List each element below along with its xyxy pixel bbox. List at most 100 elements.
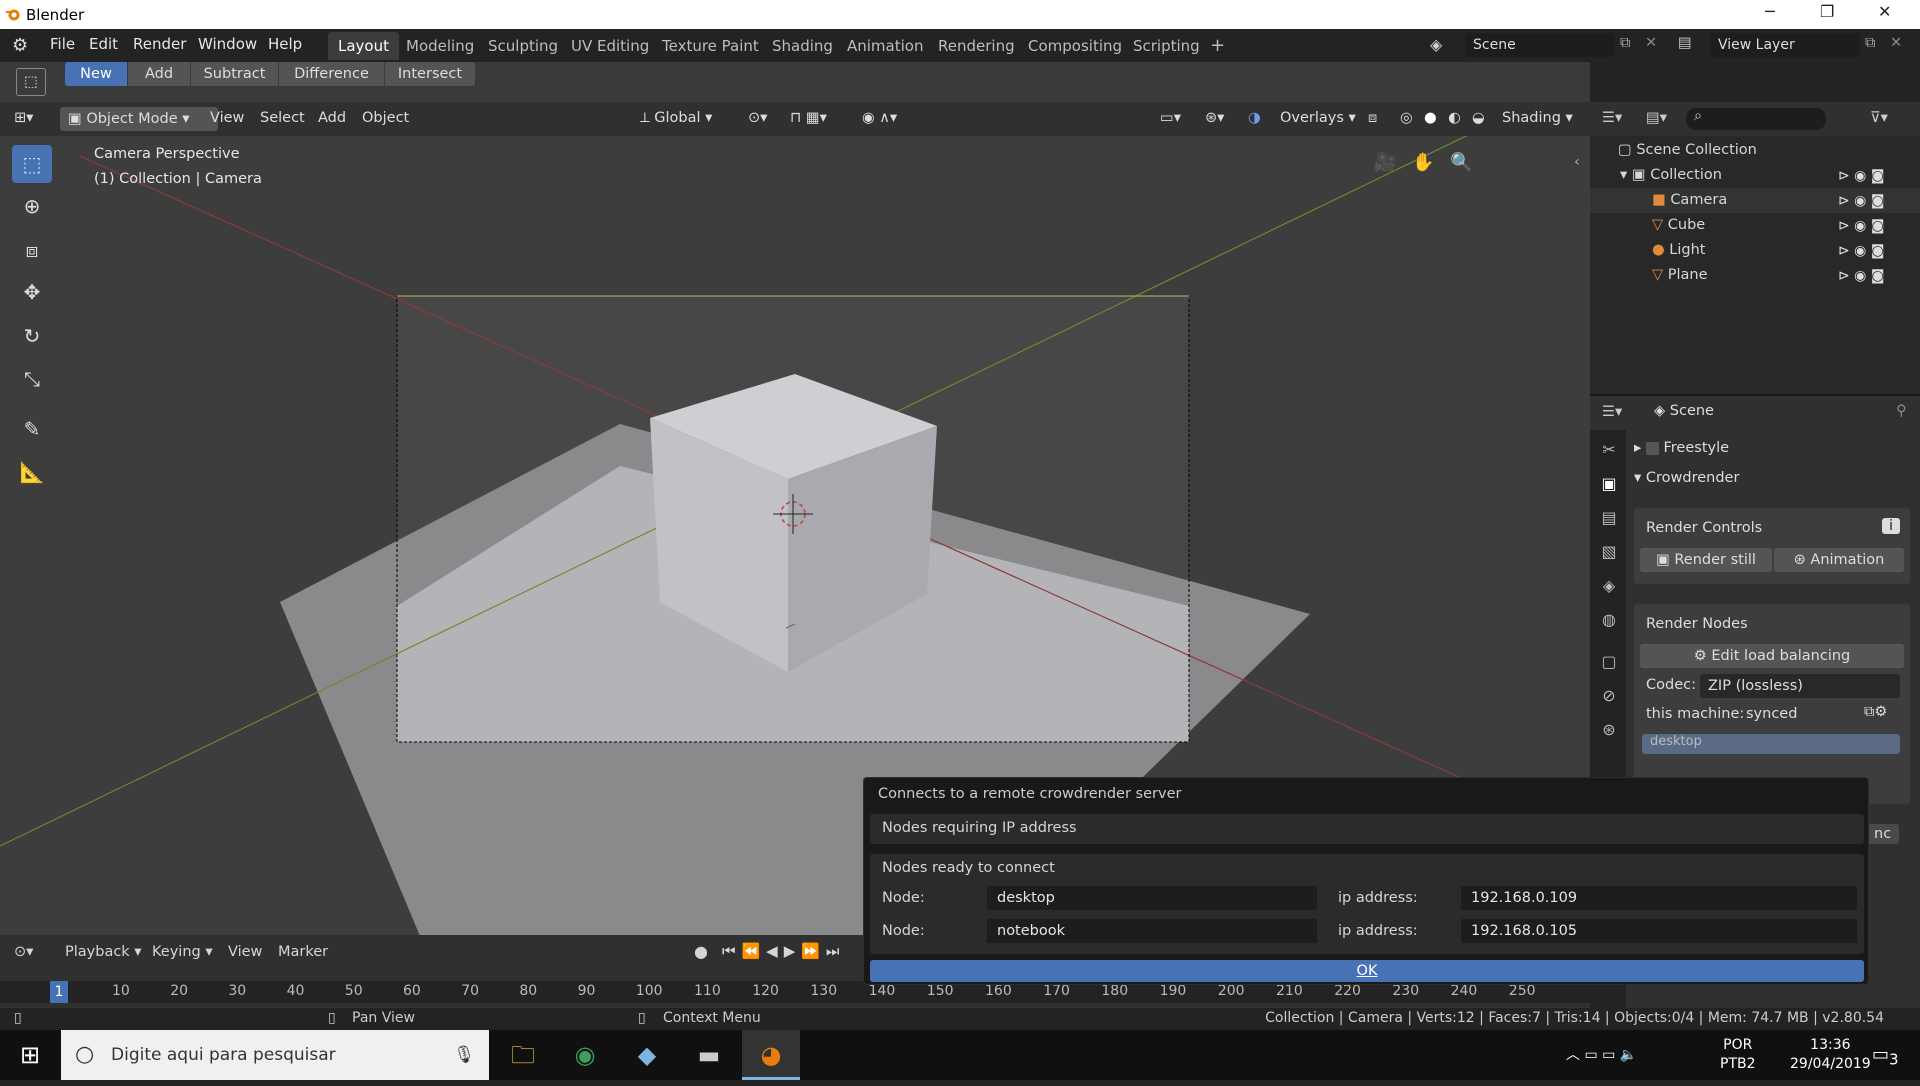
playback-menu[interactable]: Playback ▾ xyxy=(65,944,142,960)
visibility-icons[interactable]: ⊳ ◉ ◙ ⊳ ◉ ◙ ⊳ ◉ ◙ ⊳ ◉ ◙ ⊳ ◉ ◙ xyxy=(1838,164,1884,289)
scale-tool-icon[interactable]: ⤡ xyxy=(12,360,52,398)
menu-help[interactable]: Help xyxy=(268,35,302,53)
menu-object[interactable]: Object xyxy=(362,110,409,126)
wireframe-shading-icon[interactable]: ◎ xyxy=(1400,110,1413,126)
tab-scripting[interactable]: Scripting xyxy=(1123,32,1210,60)
node-name-field-1[interactable]: desktop xyxy=(986,885,1318,911)
tab-rendering[interactable]: Rendering xyxy=(928,32,1025,60)
taskbar-search-input[interactable]: ○ Digite aqui para pesquisar 🎙 xyxy=(61,1030,489,1080)
shading-dropdown[interactable]: Shading ▾ xyxy=(1502,110,1573,126)
menu-edit[interactable]: Edit xyxy=(89,35,118,53)
tab-compositing[interactable]: Compositing xyxy=(1018,32,1132,60)
timeline-view-menu[interactable]: View xyxy=(228,944,262,960)
overlays-icon[interactable]: ◑ xyxy=(1248,110,1261,126)
delete-scene-icon[interactable]: ✕ xyxy=(1645,35,1657,51)
editor-type-icon[interactable]: ⊞▾ xyxy=(14,110,33,126)
tab-sculpting[interactable]: Sculpting xyxy=(478,32,568,60)
transform-tool-icon[interactable]: ⧈ xyxy=(12,231,52,269)
outliner-search-input[interactable]: ⌕ xyxy=(1686,108,1826,130)
view-layer-icon[interactable]: ▤ xyxy=(1678,35,1692,51)
notification-icon[interactable]: ▭3 xyxy=(1872,1030,1899,1080)
freestyle-panel[interactable]: ▸ Freestyle xyxy=(1634,440,1729,456)
add-workspace-button[interactable]: + xyxy=(1200,32,1235,60)
record-icon[interactable]: ● xyxy=(694,942,708,961)
measure-tool-icon[interactable]: 📐 xyxy=(12,453,52,491)
mode-add-button[interactable]: Add xyxy=(128,62,190,86)
render-still-button[interactable]: ▣ Render still xyxy=(1640,548,1772,572)
ok-button[interactable]: OK xyxy=(870,960,1864,982)
output-tab-icon[interactable]: ▤ xyxy=(1598,508,1620,530)
marker-menu[interactable]: Marker xyxy=(278,944,328,960)
scene-tab-icon[interactable]: ◈ xyxy=(1598,576,1620,598)
tool-tab-icon[interactable]: ✂ xyxy=(1598,440,1620,462)
terminal-icon[interactable]: ▬ xyxy=(680,1030,738,1080)
gizmo-icon[interactable]: ⊛▾ xyxy=(1205,110,1224,126)
data-tab-icon[interactable]: ⊛ xyxy=(1598,720,1620,742)
material-shading-icon[interactable]: ◐ xyxy=(1448,110,1461,126)
ip-field-1[interactable]: 192.168.0.109 xyxy=(1460,885,1858,911)
object-tab-icon[interactable]: ▢ xyxy=(1598,652,1620,674)
close-button[interactable]: ✕ xyxy=(1878,2,1891,21)
mode-new-button[interactable]: New xyxy=(65,62,127,86)
language-indicator[interactable]: POR PTB2 xyxy=(1720,1036,1756,1086)
ip-field-2[interactable]: 192.168.0.105 xyxy=(1460,918,1858,944)
outliner-scene-collection[interactable]: ▢ Scene Collection xyxy=(1590,138,1920,163)
menu-window[interactable]: Window xyxy=(198,35,257,53)
restore-button[interactable]: ❐ xyxy=(1820,2,1834,21)
mode-intersect-button[interactable]: Intersect xyxy=(385,62,475,86)
node-name-field-2[interactable]: notebook xyxy=(986,918,1318,944)
tab-shading[interactable]: Shading xyxy=(762,32,843,60)
file-explorer-icon[interactable]: 🗀 xyxy=(494,1030,552,1080)
display-mode-icon[interactable]: ▤▾ xyxy=(1646,110,1667,126)
menu-file[interactable]: File xyxy=(50,35,75,53)
sync-button[interactable]: nc xyxy=(1866,824,1900,844)
tab-modeling[interactable]: Modeling xyxy=(396,32,484,60)
freestyle-checkbox[interactable] xyxy=(1645,441,1659,455)
blender-menu-icon[interactable]: ⚙ xyxy=(12,35,28,56)
minimize-button[interactable]: ─ xyxy=(1765,2,1775,21)
start-windows-icon[interactable]: ⊞ xyxy=(0,1030,60,1080)
tab-layout[interactable]: Layout xyxy=(328,32,399,60)
crowdrender-panel[interactable]: ▾ Crowdrender xyxy=(1634,470,1739,486)
current-frame-indicator[interactable]: 1 xyxy=(50,981,68,1003)
zoom-icon[interactable]: 🔍 xyxy=(1450,152,1472,173)
expand-icon[interactable]: ▾ xyxy=(1620,167,1632,183)
menu-render[interactable]: Render xyxy=(133,35,186,53)
playback-controls-icon[interactable]: ⏮⏪◀▶⏩⏭ xyxy=(722,942,845,960)
edit-load-balancing-button[interactable]: ⚙ Edit load balancing xyxy=(1640,644,1904,668)
clock[interactable]: 13:36 29/04/2019 xyxy=(1790,1036,1871,1086)
view-layer-field[interactable]: View Layer xyxy=(1710,33,1860,57)
microphone-icon[interactable]: 🎙 xyxy=(453,1030,475,1080)
outliner-editor-icon[interactable]: ☰▾ xyxy=(1602,110,1622,126)
rendered-shading-icon[interactable]: ◒ xyxy=(1472,110,1485,126)
app-icon[interactable]: ◆ xyxy=(618,1030,676,1080)
info-icon[interactable]: i xyxy=(1882,518,1900,534)
orientation-dropdown[interactable]: ⟂ Global ▾ xyxy=(640,110,712,126)
tray-icons[interactable]: ︿ ▭ ▭ 🔈 xyxy=(1566,1030,1637,1080)
tab-uv-editing[interactable]: UV Editing xyxy=(561,32,659,60)
mode-difference-button[interactable]: Difference xyxy=(279,62,384,86)
codec-dropdown[interactable]: ZIP (lossless) xyxy=(1700,674,1900,698)
node-list-item[interactable]: desktop xyxy=(1642,734,1900,754)
tab-texture-paint[interactable]: Texture Paint xyxy=(652,32,769,60)
annotate-tool-icon[interactable]: ✎ xyxy=(12,410,52,448)
new-scene-icon[interactable]: ⧉ xyxy=(1620,35,1630,51)
object-mode-dropdown[interactable]: ▣ Object Mode ▾ xyxy=(60,107,218,131)
new-view-layer-icon[interactable]: ⧉ xyxy=(1865,35,1875,51)
scene-selector-icon[interactable]: ◈ xyxy=(1430,35,1442,54)
pivot-icon[interactable]: ⊙▾ xyxy=(748,110,767,126)
mode-subtract-button[interactable]: Subtract xyxy=(191,62,278,86)
machine-settings-icon[interactable]: ⧉⚙ xyxy=(1864,704,1887,720)
camera-view-icon[interactable]: 🎥 xyxy=(1374,152,1396,173)
tab-animation[interactable]: Animation xyxy=(837,32,933,60)
keying-menu[interactable]: Keying ▾ xyxy=(152,944,213,960)
sidebar-toggle-icon[interactable]: ‹ xyxy=(1574,154,1580,170)
delete-view-layer-icon[interactable]: ✕ xyxy=(1890,35,1902,51)
pin-icon[interactable]: ⚲ xyxy=(1896,403,1907,419)
timeline-editor-icon[interactable]: ⊙▾ xyxy=(14,944,33,960)
world-tab-icon[interactable]: ◍ xyxy=(1598,610,1620,632)
select-box-icon[interactable]: ⬚ xyxy=(16,68,46,96)
solid-shading-icon[interactable]: ● xyxy=(1424,110,1437,126)
overlays-dropdown[interactable]: Overlays ▾ xyxy=(1280,110,1356,126)
scene-field[interactable]: Scene xyxy=(1465,33,1615,57)
